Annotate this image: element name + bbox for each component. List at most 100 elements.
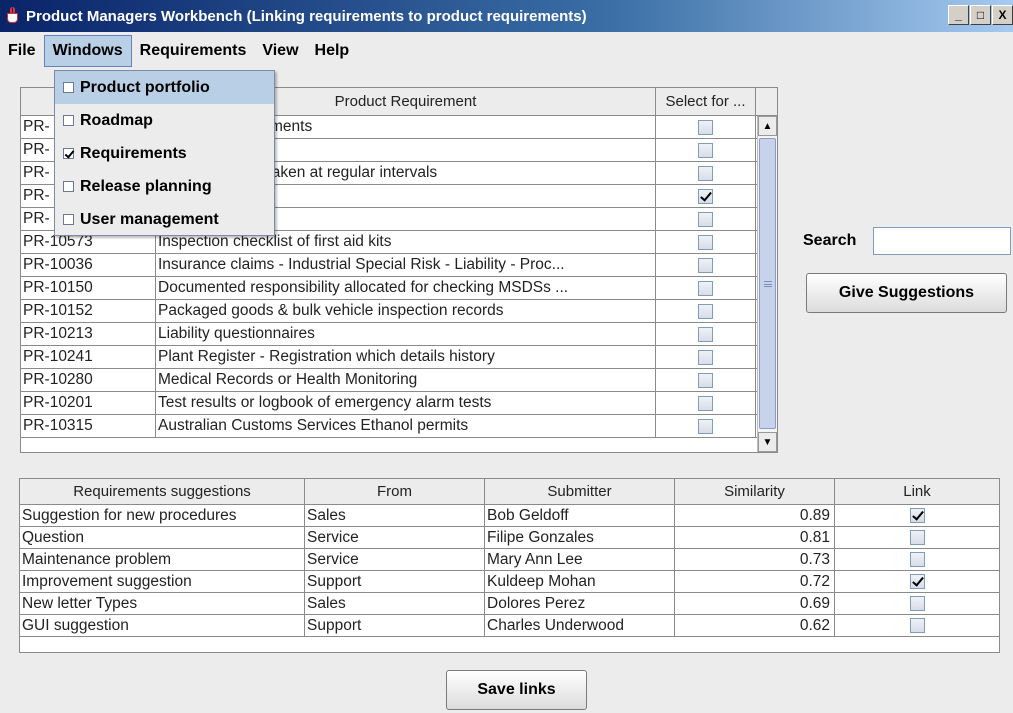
select-checkbox[interactable] xyxy=(698,280,713,296)
windows-menu-item-release-planning[interactable]: Release planning xyxy=(55,170,274,203)
search-label: Search xyxy=(803,232,857,249)
search-input[interactable] xyxy=(873,227,1011,255)
select-checkbox[interactable] xyxy=(698,211,713,227)
scroll-up-arrow-icon[interactable]: ▲ xyxy=(758,116,777,136)
select-checkbox[interactable] xyxy=(698,395,713,411)
menu-windows[interactable]: Windows xyxy=(43,35,132,67)
checkbox-icon xyxy=(63,115,74,126)
link-cell xyxy=(835,615,999,636)
from-cell: Sales xyxy=(305,593,485,614)
table-row[interactable]: PR-10036 Insurance claims - Industrial Sp… xyxy=(21,254,777,277)
requirement-text-cell: Medical Records or Health Monitoring xyxy=(156,369,656,391)
link-checkbox[interactable] xyxy=(909,574,925,589)
from-cell: Service xyxy=(305,549,485,570)
table-row[interactable]: PR-10152 Packaged goods & bulk vehicle in… xyxy=(21,300,777,323)
suggestion-cell: Question xyxy=(20,527,305,548)
select-cell xyxy=(656,323,756,345)
link-checkbox[interactable] xyxy=(909,508,925,523)
maximize-button[interactable]: □ xyxy=(970,5,991,25)
table-row[interactable]: PR-10150 Documented responsibility alloca… xyxy=(21,277,777,300)
menu-item-label: User management xyxy=(80,210,219,228)
column-header-submitter[interactable]: Submitter xyxy=(485,479,675,504)
title-bar: Product Managers Workbench (Linking requ… xyxy=(0,0,1013,32)
column-header-link[interactable]: Link xyxy=(835,479,999,504)
submitter-cell: Mary Ann Lee xyxy=(485,549,675,570)
table-row[interactable]: PR-10280 Medical Records or Health Monito… xyxy=(21,369,777,392)
menu-file[interactable]: File xyxy=(0,35,44,67)
select-checkbox[interactable] xyxy=(698,188,713,204)
table-row[interactable]: Maintenance problem Service Mary Ann Lee 0.… xyxy=(20,549,999,571)
windows-menu-item-product-portfolio[interactable]: Product portfolio xyxy=(55,71,274,104)
checkbox-icon xyxy=(63,181,74,192)
column-header-similarity[interactable]: Similarity xyxy=(675,479,835,504)
link-checkbox[interactable] xyxy=(909,618,925,633)
submitter-cell: Filipe Gonzales xyxy=(485,527,675,548)
select-checkbox[interactable] xyxy=(698,349,713,365)
vertical-scrollbar[interactable]: ▲ ▼ xyxy=(757,116,777,452)
menu-view[interactable]: View xyxy=(254,35,306,67)
column-header-suggestion[interactable]: Requirements suggestions xyxy=(20,479,305,504)
select-cell xyxy=(656,208,756,230)
from-cell: Sales xyxy=(305,505,485,526)
requirement-id-cell: PR-10150 xyxy=(21,277,156,299)
select-checkbox[interactable] xyxy=(698,303,713,319)
select-checkbox[interactable] xyxy=(698,234,713,250)
table-row[interactable]: PR-10315 Australian Customs Services Etha… xyxy=(21,415,777,438)
table-body: Suggestion for new procedures Sales Bob Ge… xyxy=(20,505,999,637)
requirement-text-cell: Plant Register - Registration which deta… xyxy=(156,346,656,368)
menu-requirements[interactable]: Requirements xyxy=(132,35,255,67)
windows-menu-item-roadmap[interactable]: Roadmap xyxy=(55,104,274,137)
column-header-select[interactable]: Select for ... xyxy=(656,88,756,115)
scrollbar-thumb[interactable] xyxy=(759,138,776,429)
select-cell xyxy=(656,415,756,437)
give-suggestions-button[interactable]: Give Suggestions xyxy=(806,273,1007,313)
from-cell: Support xyxy=(305,571,485,592)
select-checkbox[interactable] xyxy=(698,418,713,434)
requirement-text-cell: Australian Customs Services Ethanol perm… xyxy=(156,415,656,437)
close-button[interactable]: X xyxy=(992,5,1013,25)
window-controls: _ □ X xyxy=(947,5,1013,25)
table-row[interactable]: New letter Types Sales Dolores Perez 0.69 xyxy=(20,593,999,615)
select-checkbox[interactable] xyxy=(698,119,713,135)
link-checkbox[interactable] xyxy=(909,530,925,545)
table-row[interactable]: GUI suggestion Support Charles Underwood 0.… xyxy=(20,615,999,637)
link-cell xyxy=(835,549,999,570)
requirement-id-cell: PR-10213 xyxy=(21,323,156,345)
table-header: Requirements suggestions From Submitter … xyxy=(20,479,999,505)
windows-menu-item-user-management[interactable]: User management xyxy=(55,203,274,236)
menu-help[interactable]: Help xyxy=(307,35,358,67)
save-links-button[interactable]: Save links xyxy=(446,670,587,710)
select-checkbox[interactable] xyxy=(698,326,713,342)
table-row[interactable]: PR-10201 Test results or logbook of emerg… xyxy=(21,392,777,415)
requirement-id-cell: PR-10201 xyxy=(21,392,156,414)
table-row[interactable]: Improvement suggestion Support Kuldeep Moh… xyxy=(20,571,999,593)
requirement-text-cell: Insurance claims - Industrial Special Ri… xyxy=(156,254,656,276)
link-cell xyxy=(835,571,999,592)
suggestion-cell: Improvement suggestion xyxy=(20,571,305,592)
similarity-cell: 0.72 xyxy=(675,571,835,592)
requirement-id-cell: PR-10315 xyxy=(21,415,156,437)
column-header-from[interactable]: From xyxy=(305,479,485,504)
table-row[interactable]: Suggestion for new procedures Sales Bob Ge… xyxy=(20,505,999,527)
link-cell xyxy=(835,527,999,548)
minimize-button[interactable]: _ xyxy=(948,5,969,25)
select-checkbox[interactable] xyxy=(698,372,713,388)
similarity-cell: 0.62 xyxy=(675,615,835,636)
link-checkbox[interactable] xyxy=(909,552,925,567)
windows-menu-item-requirements[interactable]: Requirements xyxy=(55,137,274,170)
select-cell xyxy=(656,300,756,322)
select-checkbox[interactable] xyxy=(698,165,713,181)
select-checkbox[interactable] xyxy=(698,142,713,158)
table-row[interactable]: PR-10241 Plant Register - Registration wh… xyxy=(21,346,777,369)
checkbox-icon xyxy=(63,214,74,225)
table-row[interactable]: PR-10213 Liability questionnaires xyxy=(21,323,777,346)
table-row[interactable]: Question Service Filipe Gonzales 0.81 xyxy=(20,527,999,549)
select-checkbox[interactable] xyxy=(698,257,713,273)
window-title: Product Managers Workbench (Linking requ… xyxy=(26,7,587,25)
menu-item-label: Requirements xyxy=(80,144,187,162)
link-checkbox[interactable] xyxy=(909,596,925,611)
windows-menu-dropdown: Product portfolio Roadmap Requirements Rele… xyxy=(54,70,275,236)
select-cell xyxy=(656,231,756,253)
submitter-cell: Bob Geldoff xyxy=(485,505,675,526)
scroll-down-arrow-icon[interactable]: ▼ xyxy=(758,432,777,452)
